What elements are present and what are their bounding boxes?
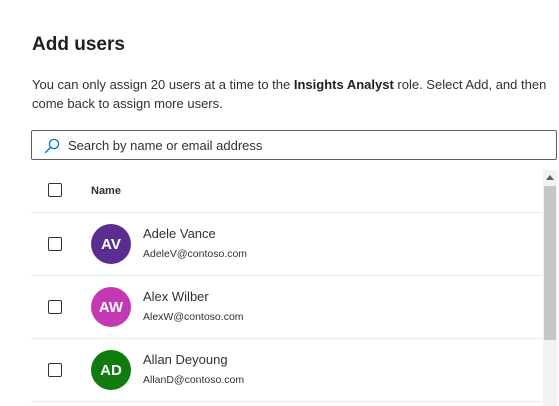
table-row[interactable]: AD Allan Deyoung AllanD@contoso.com xyxy=(31,339,542,402)
description-text: You can only assign 20 users at a time t… xyxy=(32,75,552,113)
scroll-up-arrow-icon[interactable] xyxy=(546,175,554,180)
user-email: AlexW@contoso.com xyxy=(143,311,244,323)
row-checkbox[interactable] xyxy=(48,300,62,314)
user-email: AllanD@contoso.com xyxy=(143,374,245,386)
role-name: Insights Analyst xyxy=(293,77,394,92)
add-users-panel: Add users You can only assign 20 users a… xyxy=(0,0,559,406)
page-title: Add users xyxy=(32,34,125,55)
user-name: Adele Vance xyxy=(143,226,216,241)
avatar: AW xyxy=(91,287,131,327)
user-email: AdeleV@contoso.com xyxy=(143,248,248,260)
search-icon xyxy=(44,138,60,154)
users-table: Name AV Adele Vance AdeleV@contoso.com A… xyxy=(31,170,542,406)
scrollbar-thumb[interactable] xyxy=(544,186,556,340)
table-row[interactable]: AV Adele Vance AdeleV@contoso.com xyxy=(31,213,542,276)
table-row[interactable]: AW Alex Wilber AlexW@contoso.com xyxy=(31,276,542,339)
column-header-name[interactable]: Name xyxy=(91,185,121,197)
row-checkbox[interactable] xyxy=(48,237,62,251)
row-checkbox[interactable] xyxy=(48,363,62,377)
user-name: Allan Deyoung xyxy=(143,352,228,367)
avatar: AD xyxy=(91,350,131,390)
description-part1: You can only assign 20 users at a time t… xyxy=(32,77,294,92)
table-header: Name xyxy=(31,170,542,213)
search-input[interactable] xyxy=(68,135,538,155)
select-all-checkbox[interactable] xyxy=(48,183,62,197)
search-box[interactable] xyxy=(31,130,557,160)
avatar: AV xyxy=(91,224,131,264)
user-name: Alex Wilber xyxy=(143,289,209,304)
vertical-scrollbar[interactable] xyxy=(543,170,557,406)
